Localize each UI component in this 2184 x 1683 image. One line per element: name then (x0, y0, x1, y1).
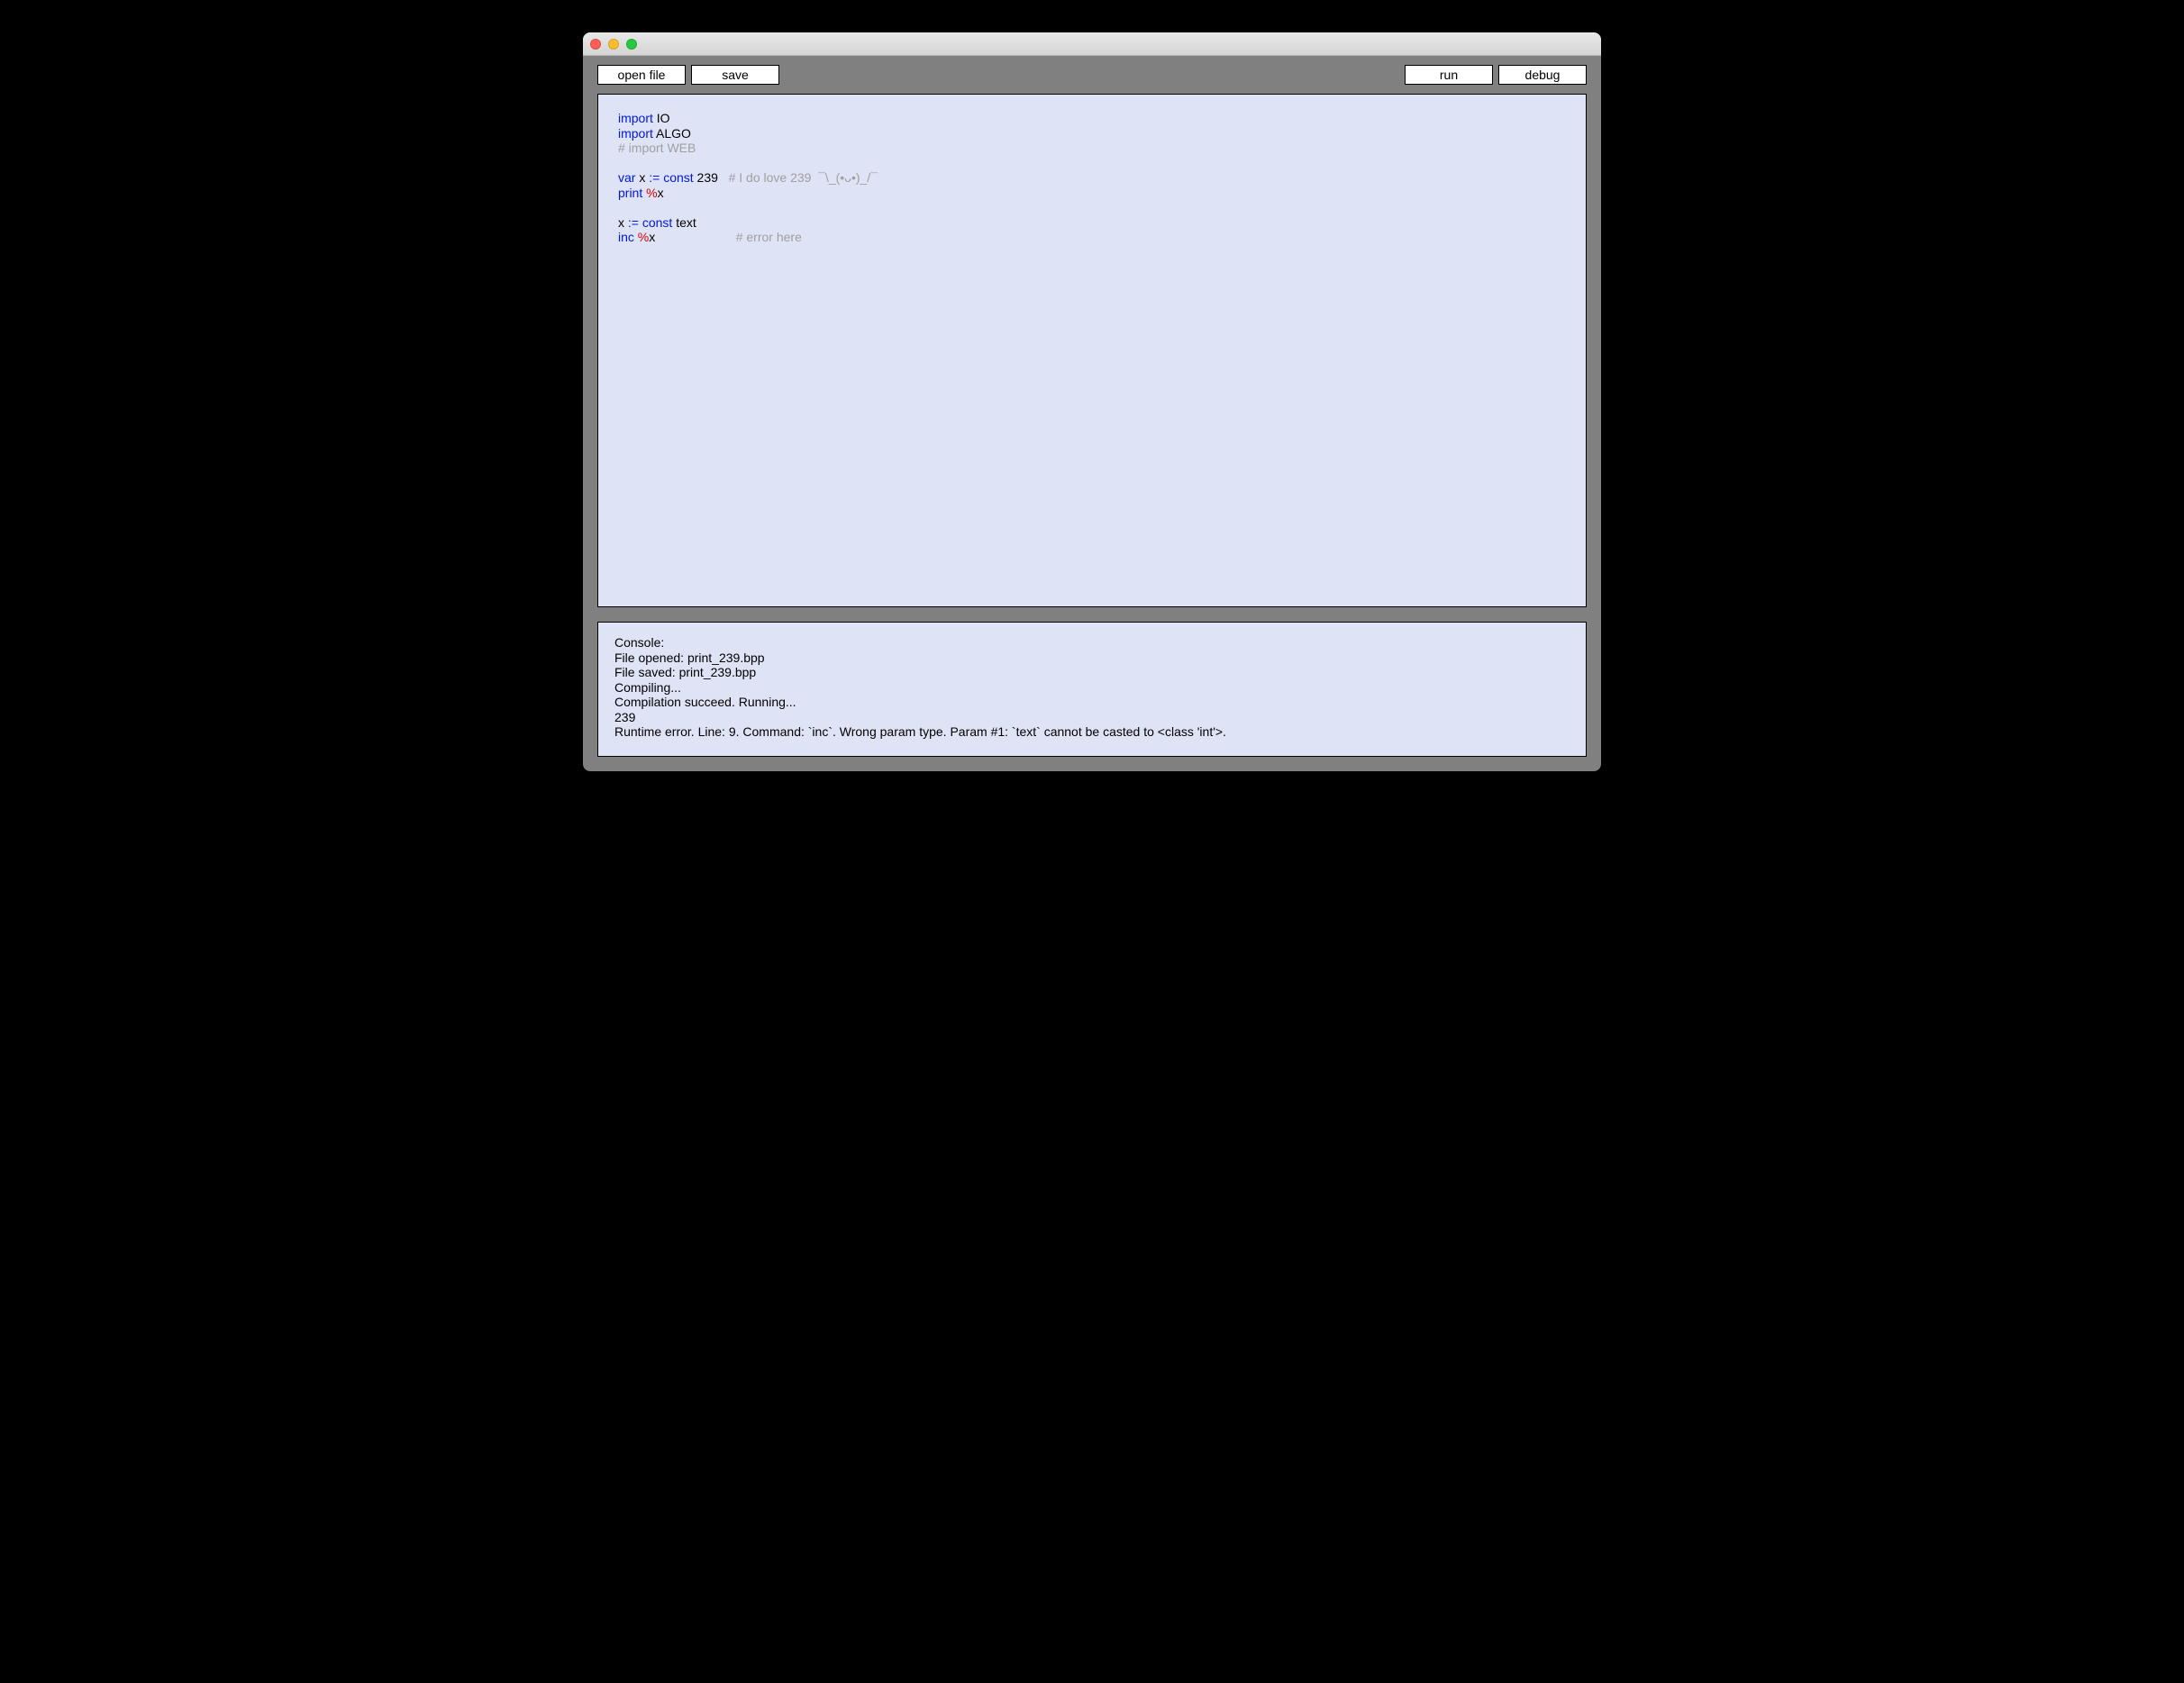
code-token-tx: text (672, 215, 696, 230)
console-line: Compiling... (614, 680, 1570, 696)
code-token-cm: # import WEB (618, 141, 696, 155)
code-token-tx: x (658, 186, 664, 200)
code-token-tx: x (649, 230, 735, 244)
code-token-kw: := const (649, 170, 693, 185)
save-button[interactable]: save (691, 65, 779, 85)
code-token-kw: import (618, 111, 653, 125)
console-output: Console:File opened: print_239.bppFile s… (597, 622, 1587, 757)
code-token-tx: IO (653, 111, 670, 125)
toolbar: open file save run debug (583, 56, 1601, 94)
code-line[interactable]: var x := const 239 # I do love 239 ¯\_(•… (618, 170, 1566, 186)
console-line: File saved: print_239.bpp (614, 665, 1570, 680)
code-line[interactable] (618, 156, 1566, 171)
minimize-icon[interactable] (608, 39, 619, 50)
code-token-cm: # error here (736, 230, 802, 244)
code-token-kw: import (618, 126, 653, 141)
code-token-kw: print (618, 186, 642, 200)
code-token-kw: var (618, 170, 635, 185)
code-line[interactable]: x := const text (618, 215, 1566, 231)
code-line[interactable]: import ALGO (618, 126, 1566, 141)
close-icon[interactable] (590, 39, 601, 50)
open-file-button[interactable]: open file (597, 65, 686, 85)
console-line: Console: (614, 635, 1570, 650)
code-token-pct: % (638, 230, 649, 244)
console-line: 239 (614, 710, 1570, 725)
code-token-tx: 239 (694, 170, 729, 185)
code-line[interactable] (618, 200, 1566, 215)
code-token-tx: x (618, 215, 628, 230)
code-line[interactable]: inc %x # error here (618, 230, 1566, 245)
app-window: open file save run debug import IOimport… (583, 32, 1601, 771)
debug-button[interactable]: debug (1498, 65, 1587, 85)
code-editor[interactable]: import IOimport ALGO# import WEB var x :… (597, 94, 1587, 607)
titlebar (583, 32, 1601, 56)
toolbar-spacer (785, 65, 1399, 85)
code-token-tx: x (635, 170, 649, 185)
code-token-tx: ALGO (653, 126, 691, 141)
console-line: Compilation succeed. Running... (614, 695, 1570, 710)
code-token-kw: inc (618, 230, 634, 244)
run-button[interactable]: run (1405, 65, 1493, 85)
code-line[interactable]: print %x (618, 186, 1566, 201)
code-token-cm: # I do love 239 ¯\_(•ᴗ•)_/¯ (729, 170, 878, 185)
console-line: File opened: print_239.bpp (614, 650, 1570, 666)
code-token-kw: := const (628, 215, 672, 230)
editor-container: import IOimport ALGO# import WEB var x :… (583, 94, 1601, 616)
zoom-icon[interactable] (626, 39, 637, 50)
code-token-pct: % (646, 186, 657, 200)
code-line[interactable]: import IO (618, 111, 1566, 126)
console-container: Console:File opened: print_239.bppFile s… (583, 616, 1601, 771)
console-line: Runtime error. Line: 9. Command: `inc`. … (614, 724, 1570, 740)
code-line[interactable]: # import WEB (618, 141, 1566, 156)
